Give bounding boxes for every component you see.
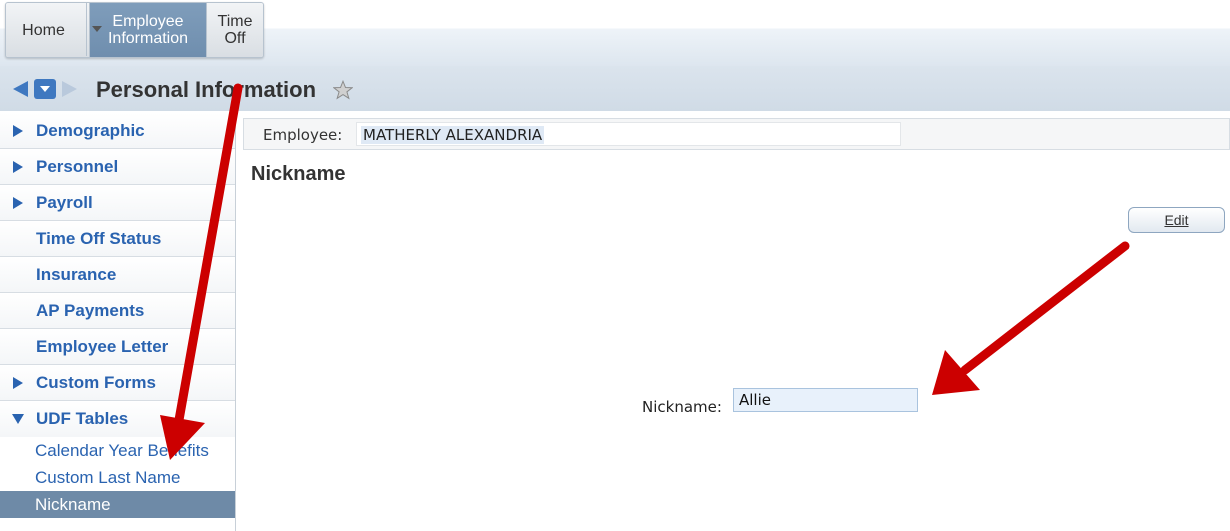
tab-home-label: Home xyxy=(22,21,65,39)
sidebar-item-label: AP Payments xyxy=(36,300,145,320)
sidebar-item-insurance[interactable]: Insurance xyxy=(0,257,235,293)
triangle-down-icon xyxy=(12,414,24,424)
sidebar-item-label: Time Off Status xyxy=(36,228,162,248)
sidebar-item-label: UDF Tables xyxy=(36,409,129,428)
forward-button[interactable] xyxy=(58,78,82,100)
tab-label-line2: Off xyxy=(224,30,246,47)
triangle-right-icon xyxy=(13,377,23,389)
dropdown-icon xyxy=(40,86,50,92)
triangle-right-icon xyxy=(13,125,23,137)
page-title: Personal Information xyxy=(96,77,317,102)
sidebar-item-udf-tables[interactable]: UDF Tables xyxy=(0,401,235,437)
left-arrow-icon xyxy=(13,81,28,97)
page-nav-controls xyxy=(8,78,82,100)
sidebar-item-label: Demographic xyxy=(36,120,145,140)
employee-name: MATHERLY ALEXANDRIA xyxy=(361,126,545,144)
sidebar-item-label: Payroll xyxy=(36,192,93,212)
sidebar-item-label: Custom Forms xyxy=(36,372,156,392)
nickname-field[interactable]: Allie xyxy=(733,388,918,412)
chevron-down-icon xyxy=(91,26,102,32)
sidebar: Demographic Personnel Payroll Time Off S… xyxy=(0,113,236,531)
nickname-label: Nickname: xyxy=(642,398,722,416)
sidebar-item-ap-payments[interactable]: AP Payments xyxy=(0,293,235,329)
back-button[interactable] xyxy=(8,78,32,100)
history-dropdown-button[interactable] xyxy=(34,79,56,99)
sidebar-item-custom-forms[interactable]: Custom Forms xyxy=(0,365,235,401)
tab-label-line1: Employee xyxy=(112,13,184,30)
sidebar-subitem-label: Custom Last Name xyxy=(35,467,181,487)
edit-button-label: Edit xyxy=(1164,212,1189,228)
page-header: Personal Information xyxy=(0,66,1230,111)
tab-time-off-label: Time Off xyxy=(218,13,253,47)
home-dropdown-button[interactable] xyxy=(86,2,106,56)
sidebar-subitem-label: Calendar Year Benefits xyxy=(35,440,209,460)
sidebar-subitem-label: Nickname xyxy=(35,494,111,514)
tab-employee-information[interactable]: Employee Information xyxy=(90,3,207,57)
sidebar-subitem-nickname[interactable]: Nickname xyxy=(0,491,235,518)
sidebar-item-payroll[interactable]: Payroll xyxy=(0,185,235,221)
sidebar-item-label: Insurance xyxy=(36,264,117,284)
employee-label: Employee: xyxy=(263,126,343,144)
triangle-right-icon xyxy=(13,161,23,173)
sidebar-item-employee-letter[interactable]: Employee Letter xyxy=(0,329,235,365)
sidebar-item-label: Employee Letter xyxy=(36,336,169,356)
tab-time-off[interactable]: Time Off xyxy=(207,3,263,57)
sidebar-subitem-custom-last-name[interactable]: Custom Last Name xyxy=(0,464,235,491)
sidebar-item-time-off-status[interactable]: Time Off Status xyxy=(0,221,235,257)
app-window: Home Employee Information Time Off Perso… xyxy=(0,0,1230,531)
star-icon[interactable] xyxy=(333,80,353,100)
sidebar-subitem-calendar-year-benefits[interactable]: Calendar Year Benefits xyxy=(0,437,235,464)
sidebar-item-personnel[interactable]: Personnel xyxy=(0,149,235,185)
tab-label-line1: Time xyxy=(217,13,253,30)
top-navigation-band: Home Employee Information Time Off xyxy=(0,0,1230,66)
sidebar-item-label: Personnel xyxy=(36,156,119,176)
tab-employee-information-label: Employee Information xyxy=(108,13,188,47)
edit-button[interactable]: Edit xyxy=(1128,207,1225,233)
section-title: Nickname xyxy=(251,163,346,185)
sidebar-item-demographic[interactable]: Demographic xyxy=(0,113,235,149)
triangle-right-icon xyxy=(13,197,23,209)
employee-field: MATHERLY ALEXANDRIA xyxy=(356,122,901,146)
right-arrow-icon xyxy=(62,81,77,97)
main-nav: Home Employee Information Time Off xyxy=(5,2,264,58)
main-content: Employee: MATHERLY ALEXANDRIA Nickname E… xyxy=(243,113,1230,531)
tab-label-line2: Information xyxy=(107,30,189,47)
tab-home[interactable]: Home xyxy=(6,3,90,57)
employee-bar: Employee: MATHERLY ALEXANDRIA xyxy=(243,118,1230,150)
